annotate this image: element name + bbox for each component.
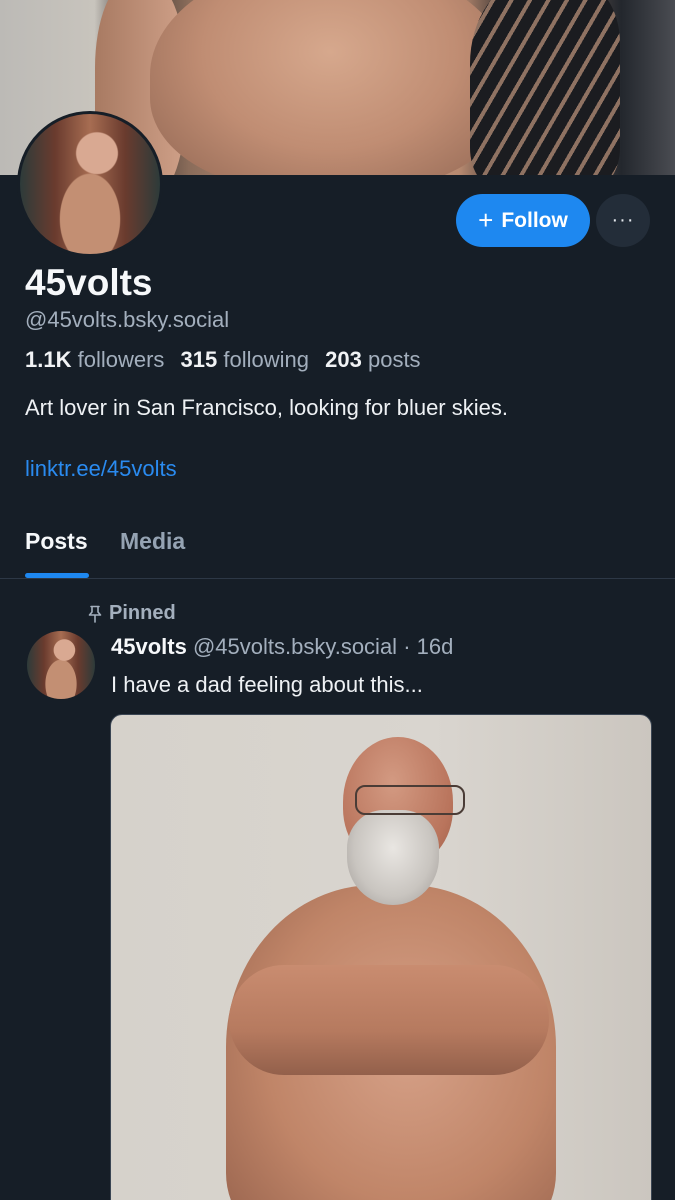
profile-handle: @45volts.bsky.social	[25, 307, 230, 332]
post-header: 45volts @45volts.bsky.social · 16d	[111, 634, 453, 660]
followers-count: 1.1K	[25, 347, 72, 372]
post-author-name[interactable]: 45volts	[111, 634, 187, 659]
banner-torso-shape	[150, 0, 510, 175]
tab-media[interactable]: Media	[120, 528, 185, 555]
profile-bio: Art lover in San Francisco, looking for …	[25, 395, 508, 420]
post-author-handle[interactable]: @45volts.bsky.social	[193, 634, 397, 659]
pinned-label: Pinned	[109, 602, 176, 624]
profile-avatar[interactable]	[17, 111, 163, 257]
posts-stat: 203 posts	[325, 347, 420, 372]
tab-posts[interactable]: Posts	[25, 528, 88, 555]
post-separator: ·	[403, 634, 411, 659]
profile-display-name: 45volts	[25, 262, 153, 303]
post-author-avatar[interactable]	[27, 631, 95, 699]
follow-button[interactable]: + Follow	[456, 194, 590, 247]
post-image[interactable]	[110, 714, 652, 1200]
pinned-indicator: Pinned	[87, 602, 176, 625]
more-options-button[interactable]: ···	[596, 194, 650, 247]
image-glasses-shape	[355, 785, 465, 815]
followers-link[interactable]: 1.1K followers	[25, 347, 164, 372]
followers-label: followers	[77, 347, 165, 372]
following-link[interactable]: 315 following	[181, 347, 309, 372]
pin-icon	[88, 605, 102, 623]
post-timestamp[interactable]: 16d	[417, 634, 454, 659]
ellipsis-icon: ···	[611, 209, 635, 231]
follow-button-label: Follow	[501, 208, 568, 232]
profile-website-link[interactable]: linktr.ee/45volts	[25, 456, 177, 482]
plus-icon: +	[478, 204, 494, 235]
following-label: following	[223, 347, 309, 372]
profile-stats: 1.1K followers 315 following 203 posts	[25, 347, 421, 373]
image-beard-shape	[347, 810, 439, 905]
profile-tabs: Posts Media	[0, 515, 675, 580]
posts-label: posts	[367, 347, 421, 372]
banner-tattoo-arm-shape	[470, 0, 620, 175]
tabs-divider	[0, 578, 675, 579]
posts-count: 203	[325, 347, 362, 372]
image-arm-shape	[229, 965, 549, 1075]
post-text: I have a dad feeling about this...	[111, 672, 423, 697]
following-count: 315	[180, 347, 218, 372]
